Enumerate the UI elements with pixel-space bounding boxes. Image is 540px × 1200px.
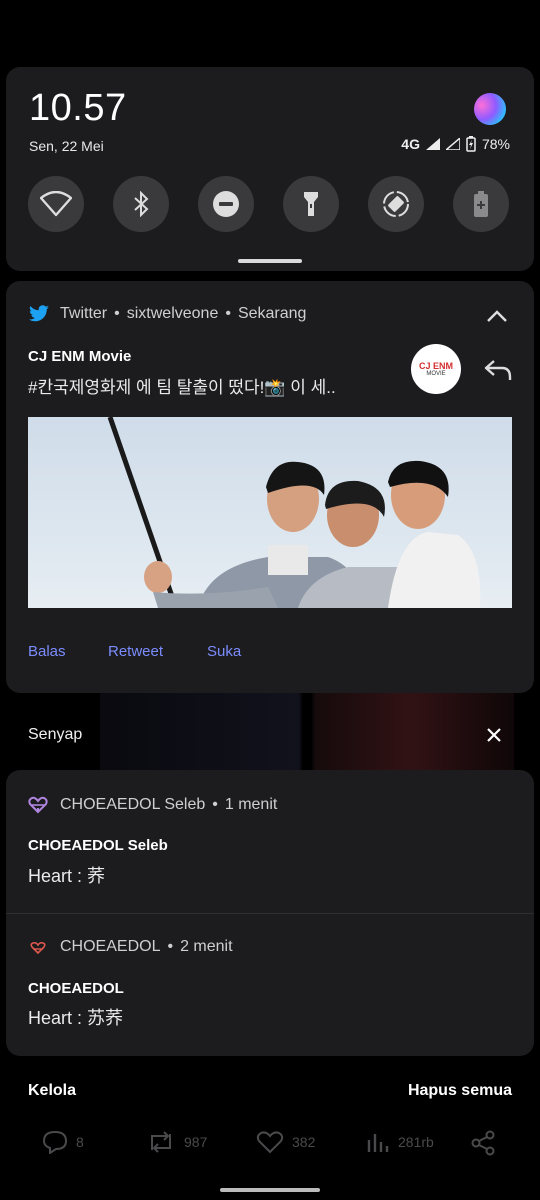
media-image[interactable] bbox=[28, 417, 512, 608]
share-icon bbox=[471, 1130, 495, 1156]
timestamp: 2 menit bbox=[180, 938, 233, 955]
twitter-notification[interactable]: Twitter • sixtwelveone • Sekarang CJ ENM… bbox=[6, 281, 534, 693]
bluetooth-icon bbox=[134, 191, 149, 217]
notification-item[interactable]: CHOEAEDOL • 2 menit CHOEAEDOL Heart : 苏荞 bbox=[6, 914, 534, 1056]
analytics-icon bbox=[367, 1134, 389, 1152]
account-name: sixtwelveone bbox=[126, 305, 219, 322]
bluetooth-toggle[interactable] bbox=[113, 176, 169, 232]
notification-text: #칸국제영화제 에 팀 탈출이 떴다!📸 이 세.. bbox=[28, 378, 336, 397]
battery-saver-icon bbox=[474, 191, 488, 217]
heart-app-icon bbox=[30, 941, 46, 955]
background-image-strip bbox=[100, 693, 514, 770]
heart-icon bbox=[256, 1131, 284, 1154]
avatar-brand-bottom: MOVIE bbox=[426, 371, 446, 377]
like-count: 382 bbox=[256, 1130, 315, 1154]
notification-text: Heart : 荞 bbox=[28, 866, 106, 886]
like-count-label: 382 bbox=[292, 1134, 316, 1150]
app-name: Twitter bbox=[60, 305, 108, 322]
reply-count: 8 bbox=[42, 1130, 84, 1154]
clear-all-button[interactable]: Hapus semua bbox=[408, 1082, 512, 1100]
notification-title: CJ ENM Movie bbox=[28, 348, 132, 365]
quick-settings-panel: 10.57 Sen, 22 Mei 4G 78% bbox=[6, 67, 534, 271]
status-indicators: 4G 78% bbox=[401, 136, 510, 152]
do-not-disturb-icon bbox=[213, 191, 239, 217]
comment-icon bbox=[42, 1130, 68, 1154]
avatar: CJ ENM MOVIE bbox=[411, 344, 461, 394]
notification-header: Twitter • sixtwelveone • Sekarang bbox=[28, 305, 306, 323]
collapse-chevron-icon[interactable] bbox=[486, 309, 508, 323]
wifi-icon bbox=[40, 191, 72, 217]
choeaedol-notification-group: CHOEAEDOL Seleb • 1 menit CHOEAEDOL Sele… bbox=[6, 770, 534, 1056]
avatar-brand-top: CJ ENM bbox=[418, 361, 453, 371]
view-count: 281rb bbox=[366, 1130, 434, 1154]
app-name: CHOEAEDOL Seleb bbox=[60, 796, 206, 813]
notification-header: CHOEAEDOL Seleb • 1 menit bbox=[28, 796, 277, 814]
retweet-count: 987 bbox=[146, 1130, 207, 1154]
battery-saver-toggle[interactable] bbox=[453, 176, 509, 232]
wifi-toggle[interactable] bbox=[28, 176, 84, 232]
flashlight-toggle[interactable] bbox=[283, 176, 339, 232]
date-label: Sen, 22 Mei bbox=[29, 138, 104, 154]
manage-button[interactable]: Kelola bbox=[28, 1082, 76, 1100]
network-label: 4G bbox=[401, 136, 420, 152]
app-name: CHOEAEDOL bbox=[60, 938, 161, 955]
action-reply-button[interactable]: Balas bbox=[28, 643, 66, 660]
auto-rotate-icon bbox=[383, 191, 409, 217]
flashlight-icon bbox=[304, 192, 318, 216]
selfie-photo-illustration bbox=[107, 417, 481, 608]
notification-header: CHOEAEDOL • 2 menit bbox=[28, 938, 233, 956]
notification-title: CHOEAEDOL Seleb bbox=[28, 837, 168, 854]
battery-charging-icon bbox=[466, 136, 476, 152]
auto-rotate-toggle[interactable] bbox=[368, 176, 424, 232]
reply-count-label: 8 bbox=[76, 1134, 84, 1150]
notification-item[interactable]: CHOEAEDOL Seleb • 1 menit CHOEAEDOL Sele… bbox=[6, 770, 534, 912]
gesture-bar[interactable] bbox=[220, 1188, 320, 1192]
reply-icon[interactable] bbox=[484, 359, 512, 381]
notification-text: Heart : 苏荞 bbox=[28, 1008, 124, 1028]
signal-icon-2 bbox=[445, 138, 460, 150]
battery-label: 78% bbox=[481, 136, 510, 152]
heart-app-icon bbox=[28, 796, 48, 814]
retweet-count-label: 987 bbox=[184, 1134, 208, 1150]
action-retweet-button[interactable]: Retweet bbox=[108, 643, 163, 660]
silent-section-label: Senyap bbox=[28, 726, 83, 743]
signal-icon bbox=[425, 138, 440, 150]
assistant-logo-icon[interactable] bbox=[469, 88, 511, 130]
twitter-bird-icon bbox=[29, 305, 49, 322]
view-count-label: 281rb bbox=[398, 1134, 434, 1150]
action-like-button[interactable]: Suka bbox=[207, 643, 241, 660]
expand-handle[interactable] bbox=[238, 259, 302, 263]
dismiss-silent-icon[interactable] bbox=[486, 727, 502, 743]
timestamp: 1 menit bbox=[224, 796, 278, 813]
clock: 10.57 bbox=[29, 87, 127, 129]
dnd-toggle[interactable] bbox=[198, 176, 254, 232]
retweet-icon bbox=[151, 1131, 171, 1153]
timestamp: Sekarang bbox=[237, 305, 307, 322]
notification-title: CHOEAEDOL bbox=[28, 980, 124, 997]
